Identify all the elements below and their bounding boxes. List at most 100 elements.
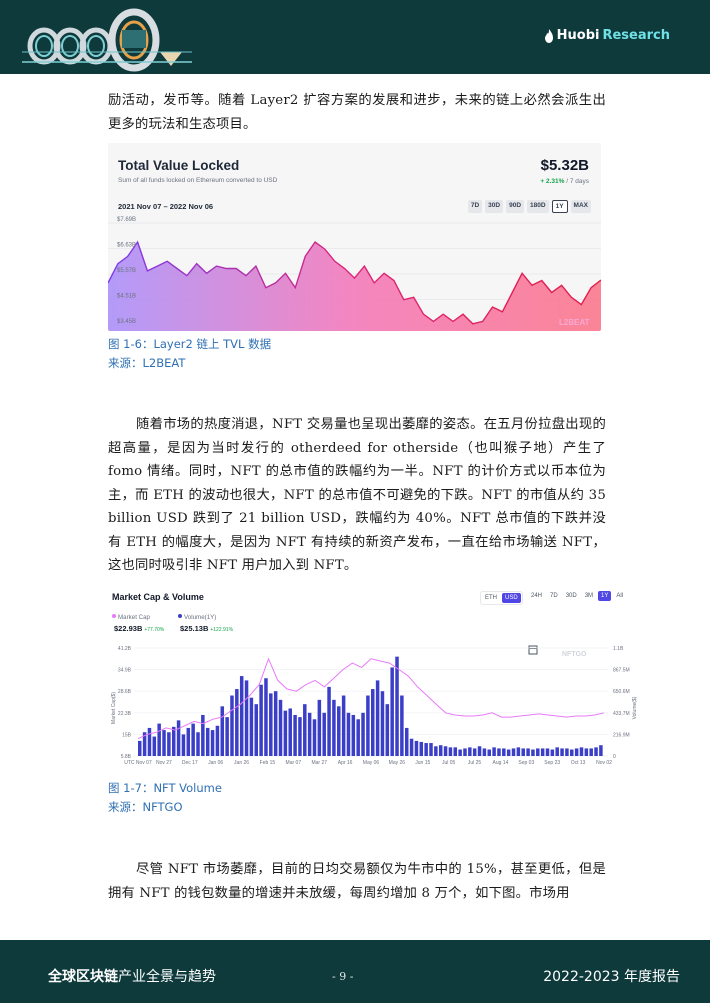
nft-y2-tick-label: 867.5M	[613, 668, 630, 674]
volume-bar	[327, 686, 331, 756]
currency-toggle: ETH USD	[480, 591, 523, 605]
tvl-title: Total Value Locked	[118, 158, 240, 173]
huobi-flame-icon	[544, 28, 553, 43]
nft-range-3m[interactable]: 3M	[582, 591, 596, 601]
nft-x-tick-label: UTC Nov 07	[124, 760, 152, 766]
volume-bar	[230, 695, 234, 756]
volume-bar	[157, 723, 161, 756]
volume-bar	[201, 714, 205, 756]
tvl-plot: $3.45B $4.51B $5.57B $6.63B $7.69B L2BEAT	[108, 217, 601, 331]
tvl-y-tick-label: $5.57B	[117, 268, 136, 274]
page-number: - 9 -	[332, 970, 354, 983]
tvl-range-buttons: 7D 30D 90D 180D 1Y MAX	[467, 200, 591, 213]
figure2-source: 来源：NFTGO	[108, 800, 183, 814]
legend-volume-label: Volume(1Y)	[184, 614, 217, 621]
volume-bar	[594, 747, 598, 756]
volume-bar	[536, 748, 540, 756]
volume-bar	[419, 741, 424, 756]
brand-suffix: Research	[602, 28, 670, 43]
volume-bar	[254, 704, 258, 756]
nft-x-tick-label: Apr 16	[338, 760, 353, 766]
tvl-area	[108, 242, 601, 331]
volume-bar	[239, 676, 244, 756]
nft-watermark: NFTGO	[562, 651, 587, 658]
volume-bar	[560, 748, 564, 756]
paragraph-2: 随着市场的热度消退，NFT 交易量也呈现出萎靡的姿态。在五月份拉盘出现的超高量，…	[108, 417, 606, 573]
volume-bar	[196, 732, 200, 756]
market-cap-value: $22.93B +77.70%	[114, 624, 164, 633]
volume-bar	[332, 699, 336, 756]
nft-y2-tick-label: 216.9M	[613, 732, 630, 738]
volume-bar	[434, 746, 438, 756]
volume-bar	[380, 691, 385, 756]
volume-bar	[458, 749, 462, 756]
tvl-y-tick-label: $3.45B	[117, 319, 136, 325]
paragraph-1: 励活动，发币等。随着 Layer2 扩容方案的发展和进步，未来的链上必然会派生出…	[108, 93, 606, 132]
range-button-90d[interactable]: 90D	[506, 200, 525, 213]
legend-market-cap: Market Cap	[112, 614, 150, 621]
volume-bar	[249, 697, 254, 756]
volume-bar	[453, 747, 458, 756]
volume-change: +122.91%	[210, 627, 234, 633]
volume-bar	[167, 732, 171, 756]
volume-bar	[472, 748, 477, 756]
volume-bar	[312, 719, 317, 756]
currency-eth-button[interactable]: ETH	[482, 593, 500, 603]
nft-range-24h[interactable]: 24H	[528, 591, 545, 601]
volume-bar	[176, 720, 181, 756]
volume-bar	[361, 712, 365, 756]
footer-year-label: 年度报告	[619, 969, 680, 985]
nft-x-tick-label: Aug 14	[493, 760, 509, 766]
volume-bar	[540, 748, 545, 756]
range-button-1y[interactable]: 1Y	[551, 200, 568, 213]
nft-x-tick-label: Nov 02	[596, 760, 612, 766]
footer-report-year: 2022-2023 年度报告	[543, 966, 680, 986]
range-button-180d[interactable]: 180D	[527, 200, 549, 213]
volume-bar	[531, 749, 535, 756]
volume-bar	[375, 680, 380, 756]
range-button-7d[interactable]: 7D	[467, 200, 483, 213]
volume-bar	[599, 745, 603, 756]
volume-bar	[589, 748, 593, 756]
volume-bar	[317, 699, 322, 756]
nft-y2-tick-label: 1.1B	[613, 646, 624, 652]
volume-bar	[210, 730, 215, 756]
volume-bar	[400, 695, 404, 756]
volume-bar	[448, 747, 453, 756]
volume-bar	[468, 747, 472, 756]
paragraph-3: 尽管 NFT 市场萎靡，目前的日均交易额仅为牛市中的 15%，甚至更低，但是拥有…	[108, 862, 606, 901]
volume-bar	[303, 704, 307, 756]
nft-x-tick-label: Mar 07	[286, 760, 302, 766]
nft-range-7d[interactable]: 7D	[547, 591, 561, 601]
volume-bar	[506, 749, 511, 756]
volume-bar	[550, 749, 555, 756]
volume-bar	[409, 738, 414, 756]
volume-bar	[424, 743, 428, 756]
volume-bar	[181, 734, 186, 756]
nft-range-1y[interactable]: 1Y	[598, 591, 612, 601]
volume-bar	[463, 748, 467, 756]
range-button-max[interactable]: MAX	[570, 200, 591, 213]
volume-bar	[162, 730, 166, 756]
volume-bar	[138, 740, 142, 756]
volume-bar	[502, 748, 506, 756]
volume-bar	[570, 749, 574, 756]
volume-bar	[366, 695, 370, 756]
currency-usd-button[interactable]: USD	[502, 593, 521, 603]
volume-bar	[555, 747, 559, 756]
volume-bar	[404, 727, 409, 756]
range-button-30d[interactable]: 30D	[485, 200, 504, 213]
volume-bar	[191, 723, 195, 756]
nft-range-30d[interactable]: 30D	[563, 591, 580, 601]
volume-bar	[574, 748, 579, 756]
huobi-research-brand: Huobi Research	[544, 28, 670, 43]
nft-range-all[interactable]: All	[613, 591, 626, 601]
nft-y-tick-label: 34.9B	[118, 668, 132, 674]
volume-bar	[337, 706, 341, 756]
figure1-caption: 图 1-6：Layer2 链上 TVL 数据	[108, 337, 272, 351]
tvl-y-tick-label: $6.63B	[117, 243, 136, 249]
volume-bar	[288, 708, 292, 756]
tvl-chart: Total Value Locked Sum of all funds lock…	[108, 143, 601, 331]
volume-bar	[152, 736, 157, 756]
footer-title-bold: 全球区块链	[48, 969, 118, 985]
